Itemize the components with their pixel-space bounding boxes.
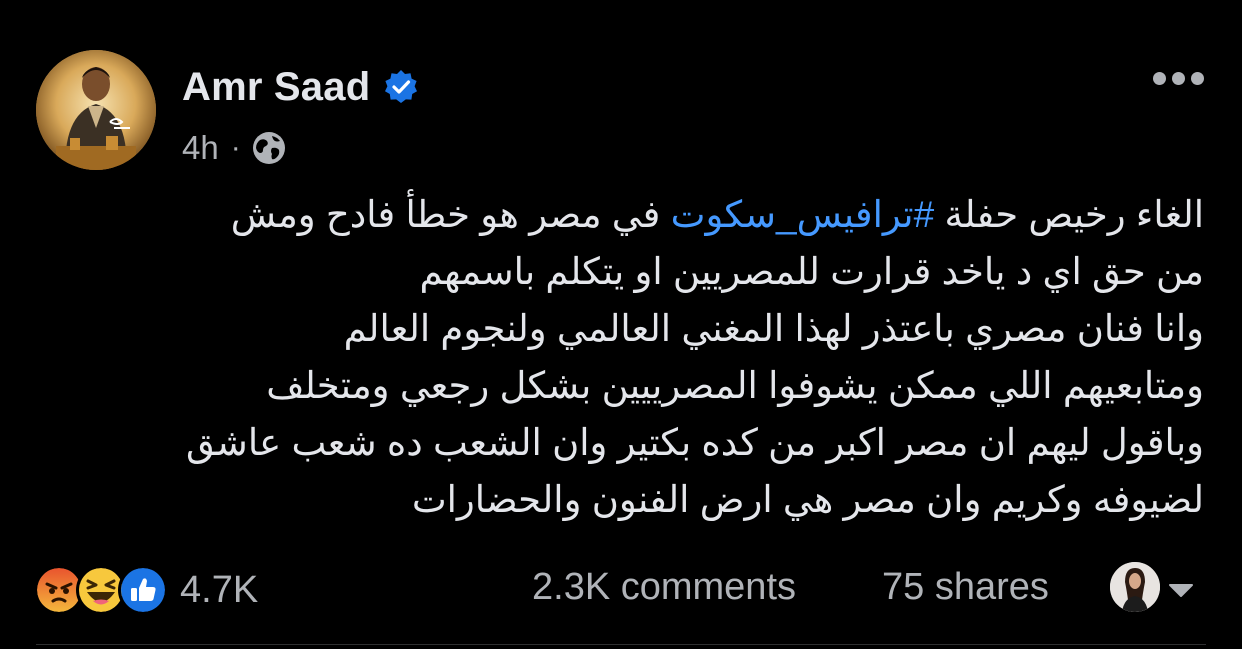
like-reaction-icon [118, 565, 168, 615]
caret-down-icon[interactable] [1166, 580, 1196, 600]
more-options-icon[interactable] [1146, 60, 1210, 96]
author-avatar[interactable] [36, 50, 156, 170]
verified-badge-icon [382, 68, 420, 106]
divider [36, 644, 1206, 645]
post-text-segment: في مصر هو خطأ فادح ومش [230, 194, 671, 235]
post-text-line: الغاء رخيص حفلة #ترافيس_سكوت في مصر هو خ… [40, 186, 1204, 243]
more-dot [1190, 71, 1204, 85]
post-text: الغاء رخيص حفلة #ترافيس_سكوت في مصر هو خ… [40, 186, 1204, 528]
post-text-segment: الغاء رخيص حفلة [934, 194, 1204, 235]
author-row: Amr Saad [182, 62, 420, 112]
post-meta: 4h · [182, 126, 287, 170]
post-text-line: وباقول ليهم ان مصر اكبر من كده بكتير وان… [185, 422, 1204, 463]
post-text-line: ومتابعيهم اللي ممكن يشوفوا المصرييين بشك… [266, 365, 1204, 406]
more-dot [1171, 71, 1185, 85]
post-text-line: وانا فنان مصري باعتذر لهذا المغني العالم… [343, 308, 1204, 349]
shares-link[interactable]: 75 shares [882, 566, 1049, 609]
meta-separator: · [230, 131, 241, 164]
viewer-avatar[interactable] [1110, 562, 1160, 612]
author-name[interactable]: Amr Saad [182, 65, 370, 110]
post-text-line: من حق اي د ياخد قرارت للمصريين او يتكلم … [419, 251, 1205, 292]
reaction-count: 4.7K [180, 568, 259, 611]
reactions-summary[interactable]: 4.7K [34, 564, 258, 616]
facebook-post: Amr Saad 4h · الغاء رخيص حفلة #ترافيس_سك… [0, 0, 1242, 649]
post-timestamp[interactable]: 4h [182, 129, 219, 167]
post-text-line: لضيوفه وكريم وان مصر هي ارض الفنون والحض… [411, 479, 1204, 520]
comments-link[interactable]: 2.3K comments [532, 566, 796, 609]
more-dot [1152, 71, 1166, 85]
hashtag-link[interactable]: #ترافيس_سكوت [671, 194, 935, 235]
globe-icon[interactable] [251, 130, 287, 166]
